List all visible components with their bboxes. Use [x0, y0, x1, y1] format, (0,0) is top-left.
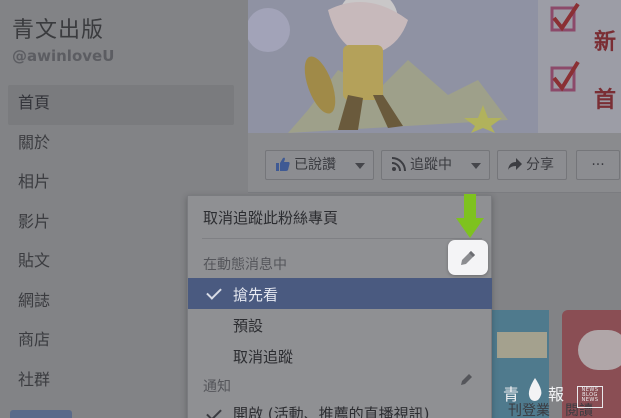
- menu-divider: [202, 238, 482, 239]
- sidebar-button-peek[interactable]: [10, 410, 72, 418]
- watermark-flame-icon: [528, 378, 542, 401]
- sidebar-item-about[interactable]: 關於: [8, 125, 234, 165]
- cover-text-2: 首: [594, 88, 617, 113]
- more-options-button[interactable]: ···: [576, 150, 620, 180]
- menu-item-unfollow[interactable]: 取消追蹤: [188, 346, 493, 367]
- menu-item-unfollow-page[interactable]: 取消追蹤此粉絲專頁: [188, 207, 493, 228]
- rss-icon: [391, 157, 406, 172]
- thumbs-up-icon: [276, 157, 290, 171]
- green-arrow-down-icon: [456, 194, 484, 238]
- menu-item-see-first[interactable]: 搶先看: [188, 284, 493, 305]
- cover-text-1: 新: [594, 30, 617, 55]
- liked-button[interactable]: 已說讚: [265, 150, 374, 180]
- watermark-logo-box: NEWS BLOG NEWS: [577, 386, 603, 408]
- watermark-char-1: 青: [503, 385, 520, 404]
- chevron-down-icon: [355, 163, 365, 169]
- cover-illustration: [248, 0, 621, 133]
- menu-item-default[interactable]: 預設: [188, 315, 493, 336]
- page-title[interactable]: 青文出版: [12, 12, 104, 44]
- pencil-icon: [461, 251, 475, 265]
- following-label: 追蹤中: [410, 157, 452, 173]
- page-handle[interactable]: @awinloveU: [12, 47, 114, 65]
- page-action-bar: 已說讚 追蹤中 分享 ···: [248, 133, 621, 193]
- share-label: 分享: [526, 157, 554, 173]
- share-arrow-icon: [508, 158, 522, 170]
- chevron-down-icon: [471, 163, 481, 169]
- share-button[interactable]: 分享: [497, 150, 567, 180]
- follow-options-dropdown: 取消追蹤此粉絲專頁 在動態消息中 搶先看 預設 取消追蹤 通知 開啟 (活動、推…: [187, 195, 492, 418]
- watermark-char-2: 報: [548, 385, 565, 404]
- menu-section-news-feed: 在動態消息中: [203, 257, 287, 273]
- thumbnail-image: [497, 332, 547, 358]
- sidebar-item-home[interactable]: 首頁: [8, 85, 234, 125]
- following-button[interactable]: 追蹤中: [381, 150, 490, 180]
- edit-news-feed-button[interactable]: [448, 240, 488, 275]
- thumbnail-image: [578, 330, 621, 370]
- cover-photo[interactable]: 新 首: [248, 0, 621, 133]
- menu-item-notifications-on[interactable]: 開啟 (活動、推薦的直播視訊): [188, 403, 493, 418]
- screenshot-stage: 青文出版 @awinloveU 首頁 關於 相片 影片 貼文 網誌 商店 社群: [0, 0, 621, 418]
- more-dots-label: ···: [591, 157, 605, 173]
- menu-section-notifications: 通知: [203, 379, 231, 395]
- pencil-icon[interactable]: [458, 372, 474, 388]
- liked-label: 已說讚: [294, 157, 336, 173]
